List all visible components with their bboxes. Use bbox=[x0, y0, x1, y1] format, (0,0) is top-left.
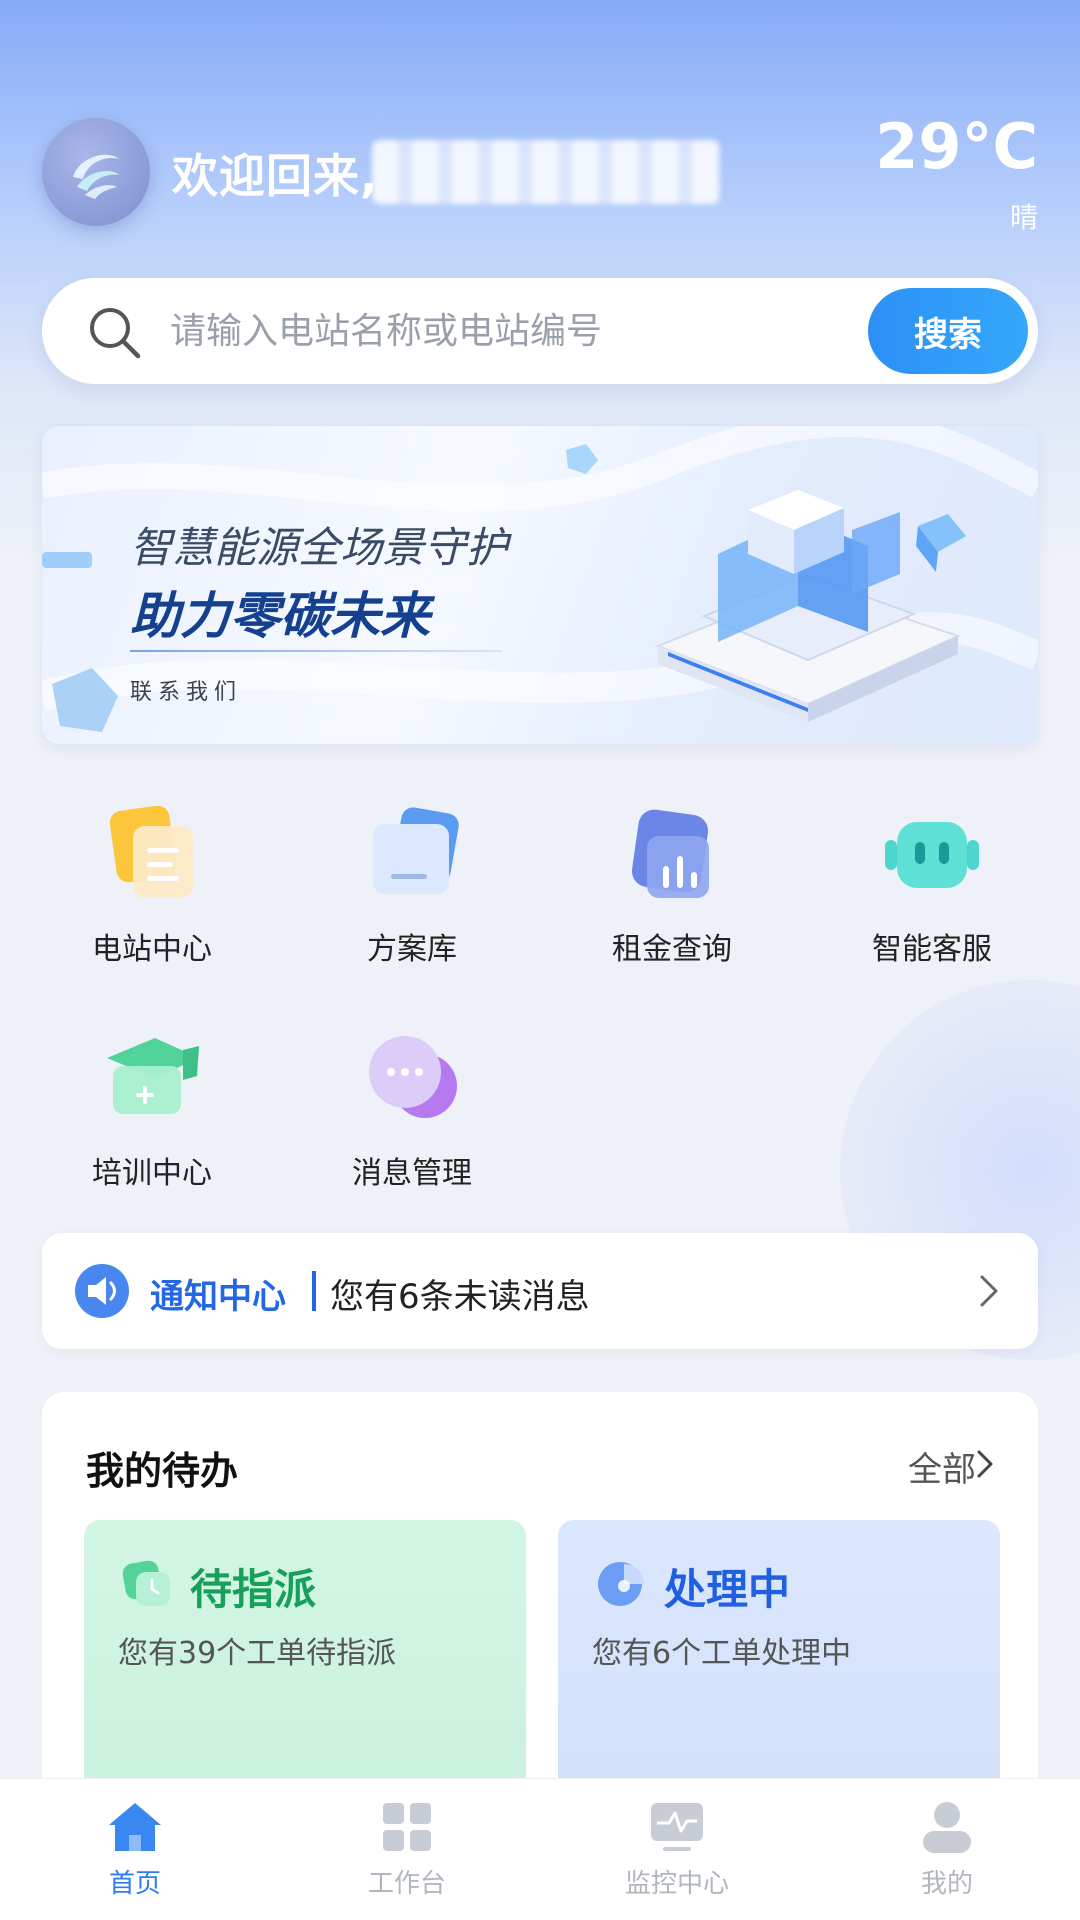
menu-label: 智能客服 bbox=[872, 932, 992, 967]
search-input[interactable] bbox=[170, 298, 870, 364]
menu-solution-library[interactable]: 方案库 bbox=[322, 800, 502, 968]
my-todo-panel: 我的待办 全部 待指派 您有39个工单待指派 处理中 您有6个工单处理中 bbox=[42, 1392, 1038, 1820]
chevron-right-icon bbox=[977, 1450, 993, 1478]
tab-profile[interactable]: 我的 bbox=[862, 1797, 1032, 1900]
robot-icon bbox=[885, 822, 979, 888]
chart-icon bbox=[631, 809, 709, 898]
blurred-username bbox=[372, 140, 720, 204]
grid-icon bbox=[383, 1803, 431, 1851]
card-subtitle: 您有39个工单待指派 bbox=[118, 1636, 397, 1671]
tab-label: 首页 bbox=[108, 1869, 161, 1899]
tab-workbench[interactable]: 工作台 bbox=[322, 1797, 492, 1900]
folder-icon bbox=[373, 807, 459, 894]
card-subtitle: 您有6个工单处理中 bbox=[592, 1636, 852, 1671]
notice-divider bbox=[312, 1271, 316, 1311]
banner-divider bbox=[130, 650, 502, 652]
search-button[interactable]: 搜索 bbox=[868, 288, 1028, 374]
search-bar: 搜索 bbox=[42, 278, 1038, 384]
banner-headline: 智慧能源全场景守护 bbox=[130, 523, 509, 572]
home-page: 欢迎回来, 29°C 晴 搜索 智慧能源全场景守护 助力零碳未来 联系我们 bbox=[0, 0, 1080, 1920]
tab-home[interactable]: 首页 bbox=[50, 1797, 220, 1900]
card-title: 处理中 bbox=[664, 1565, 791, 1614]
view-all-link[interactable]: 全部 bbox=[908, 1442, 976, 1491]
tab-label: 我的 bbox=[920, 1869, 973, 1899]
bottom-tab-bar: 首页 工作台 监控中心 我的 bbox=[0, 1778, 1080, 1920]
menu-label: 电站中心 bbox=[92, 932, 212, 967]
platform-illustration bbox=[655, 490, 966, 722]
tab-label: 监控中心 bbox=[624, 1869, 729, 1899]
logo-icon bbox=[73, 154, 119, 199]
chat-bubble-icon bbox=[369, 1036, 457, 1118]
card-title: 待指派 bbox=[190, 1565, 317, 1614]
notice-text: 您有6条未读消息 bbox=[330, 1277, 590, 1317]
home-icon bbox=[109, 1803, 161, 1851]
weather-status: 晴 bbox=[1009, 201, 1038, 234]
notice-title: 通知中心 bbox=[150, 1277, 286, 1317]
notification-center-bar[interactable]: 通知中心 您有6条未读消息 bbox=[42, 1233, 1038, 1349]
banner-slogan: 助力零碳未来 bbox=[130, 587, 430, 645]
user-icon bbox=[923, 1802, 971, 1853]
menu-label: 方案库 bbox=[367, 932, 457, 967]
clock-icon bbox=[122, 1560, 170, 1606]
progress-icon bbox=[598, 1562, 644, 1606]
menu-smart-service[interactable]: 智能客服 bbox=[842, 800, 1022, 968]
speaker-icon bbox=[75, 1264, 129, 1318]
menu-rent-query[interactable]: 租金查询 bbox=[582, 800, 762, 968]
in-progress-card[interactable]: 处理中 您有6个工单处理中 bbox=[558, 1520, 1000, 1820]
welcome-text: 欢迎回来, bbox=[172, 149, 379, 203]
menu-power-station-center[interactable]: 电站中心 bbox=[62, 800, 242, 968]
temperature: 29°C bbox=[875, 110, 1038, 183]
document-icon bbox=[109, 805, 193, 898]
avatar[interactable] bbox=[42, 118, 150, 226]
search-icon bbox=[90, 308, 141, 359]
todo-title: 我的待办 bbox=[86, 1449, 239, 1493]
menu-training-center[interactable]: 培训中心 bbox=[62, 1024, 242, 1192]
tab-label: 工作台 bbox=[367, 1869, 446, 1899]
menu-label: 消息管理 bbox=[352, 1156, 472, 1191]
menu-label: 培训中心 bbox=[92, 1156, 212, 1191]
chevron-right-icon bbox=[980, 1275, 998, 1307]
graduation-cap-icon bbox=[107, 1038, 199, 1114]
menu-message-management[interactable]: 消息管理 bbox=[322, 1024, 502, 1192]
contact-us-link[interactable]: 联系我们 bbox=[130, 674, 242, 706]
pending-assignment-card[interactable]: 待指派 您有39个工单待指派 bbox=[84, 1520, 526, 1820]
promo-banner[interactable]: 智慧能源全场景守护 助力零碳未来 联系我们 bbox=[42, 426, 1038, 744]
tab-monitoring-center[interactable]: 监控中心 bbox=[592, 1797, 762, 1900]
monitor-icon bbox=[651, 1803, 703, 1851]
menu-label: 租金查询 bbox=[612, 932, 732, 967]
